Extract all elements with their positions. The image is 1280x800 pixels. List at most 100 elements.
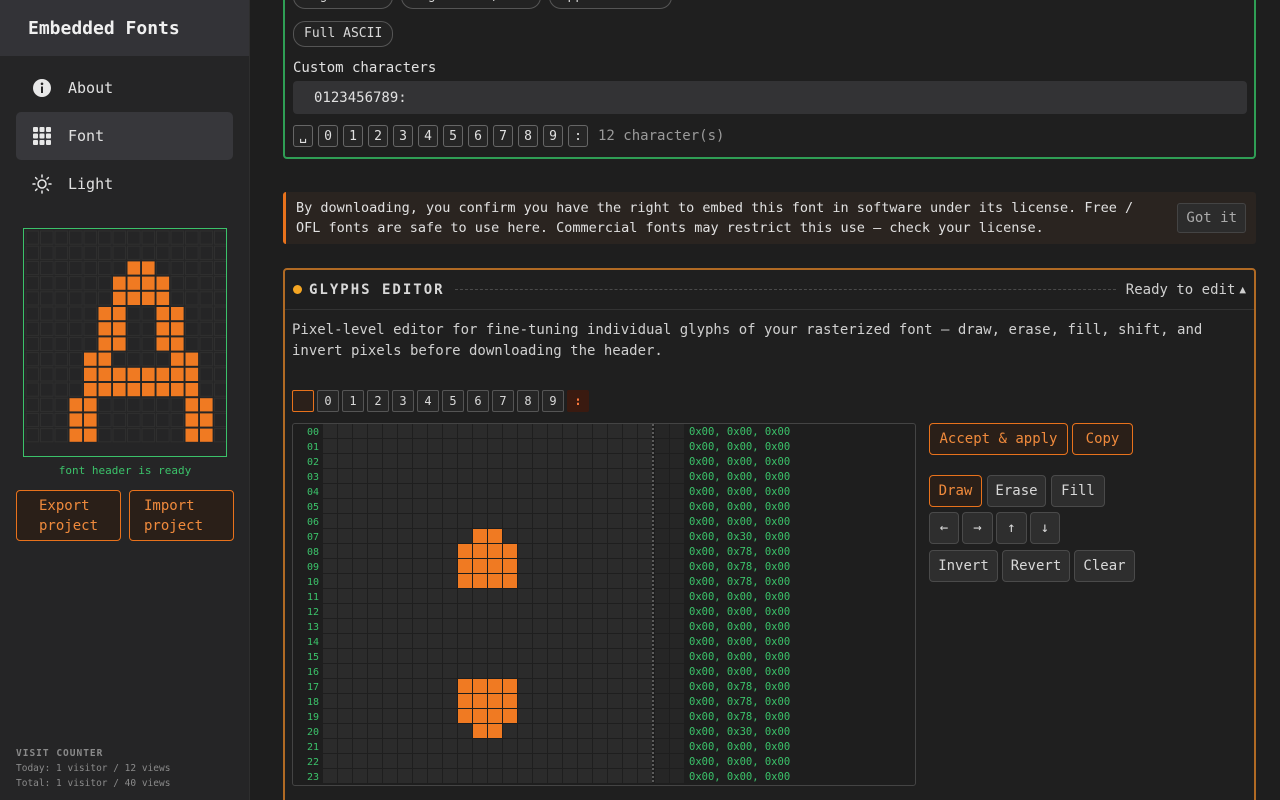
grid-pixel[interactable] [353, 589, 367, 603]
grid-pixel-on[interactable] [473, 709, 487, 723]
grid-pixel[interactable] [518, 709, 532, 723]
grid-pixel[interactable] [398, 769, 412, 783]
grid-pixel[interactable] [533, 604, 547, 618]
grid-pixel[interactable] [473, 454, 487, 468]
grid-pixel[interactable] [473, 664, 487, 678]
grid-pixel[interactable] [488, 664, 502, 678]
grid-pixel[interactable] [428, 514, 442, 528]
grid-pixel[interactable] [638, 544, 652, 558]
grid-pixel[interactable] [593, 634, 607, 648]
grid-pixel[interactable] [548, 469, 562, 483]
grid-pixel[interactable] [413, 724, 427, 738]
grid-pixel[interactable] [548, 574, 562, 588]
grid-pixel[interactable] [488, 604, 502, 618]
grid-pixel-on[interactable] [488, 574, 502, 588]
grid-pixel[interactable] [593, 709, 607, 723]
grid-pixel[interactable] [398, 604, 412, 618]
grid-pixel[interactable] [578, 544, 592, 558]
grid-pixel-on[interactable] [473, 529, 487, 543]
grid-pixel[interactable] [353, 694, 367, 708]
grid-pixel[interactable] [638, 499, 652, 513]
grid-pixel-on[interactable] [488, 679, 502, 693]
grid-pixel[interactable] [368, 469, 382, 483]
grid-pixel[interactable] [353, 754, 367, 768]
grid-pixel[interactable] [533, 649, 547, 663]
grid-pixel[interactable] [638, 634, 652, 648]
glyph-tab[interactable]: 7 [492, 390, 514, 412]
grid-pixel[interactable] [368, 454, 382, 468]
glyph-tab[interactable]: 1 [342, 390, 364, 412]
grid-pixel[interactable] [398, 679, 412, 693]
grid-pixel[interactable] [638, 739, 652, 753]
grid-pixel[interactable] [548, 454, 562, 468]
grid-pixel[interactable] [548, 754, 562, 768]
grid-pixel[interactable] [518, 484, 532, 498]
grid-pixel[interactable] [488, 739, 502, 753]
grid-pixel[interactable] [608, 424, 622, 438]
grid-pixel[interactable] [518, 454, 532, 468]
grid-pixel[interactable] [458, 739, 472, 753]
revert-button[interactable]: Revert [1002, 550, 1070, 582]
grid-pixel[interactable] [428, 439, 442, 453]
grid-pixel[interactable] [368, 604, 382, 618]
grid-pixel[interactable] [638, 604, 652, 618]
grid-pixel[interactable] [458, 649, 472, 663]
grid-pixel[interactable] [503, 769, 517, 783]
grid-pixel[interactable] [548, 559, 562, 573]
glyph-tab[interactable] [292, 390, 314, 412]
grid-pixel[interactable] [623, 634, 637, 648]
grid-pixel[interactable] [638, 514, 652, 528]
grid-pixel[interactable] [338, 544, 352, 558]
grid-pixel[interactable] [443, 664, 457, 678]
grid-pixel-on[interactable] [503, 544, 517, 558]
grid-pixel[interactable] [368, 559, 382, 573]
grid-pixel[interactable] [458, 499, 472, 513]
grid-pixel[interactable] [563, 589, 577, 603]
grid-pixel[interactable] [428, 604, 442, 618]
grid-pixel[interactable] [548, 769, 562, 783]
grid-pixel[interactable] [428, 739, 442, 753]
grid-pixel[interactable] [533, 679, 547, 693]
grid-pixel[interactable] [578, 484, 592, 498]
grid-pixel[interactable] [593, 514, 607, 528]
preset-chip[interactable]: Uppercase A-Z [548, 0, 673, 9]
grid-pixel[interactable] [398, 424, 412, 438]
grid-pixel[interactable] [638, 709, 652, 723]
grid-pixel[interactable] [578, 664, 592, 678]
grid-pixel[interactable] [398, 619, 412, 633]
grid-pixel[interactable] [353, 574, 367, 588]
grid-pixel[interactable] [638, 694, 652, 708]
grid-pixel[interactable] [323, 679, 337, 693]
glyph-tab[interactable]: : [567, 390, 589, 412]
grid-pixel-on[interactable] [488, 529, 502, 543]
grid-pixel[interactable] [338, 454, 352, 468]
grid-pixel[interactable] [488, 499, 502, 513]
grid-pixel[interactable] [638, 529, 652, 543]
grid-pixel[interactable] [518, 544, 532, 558]
grid-pixel[interactable] [548, 529, 562, 543]
grid-pixel[interactable] [398, 574, 412, 588]
grid-pixel[interactable] [608, 739, 622, 753]
grid-pixel[interactable] [338, 559, 352, 573]
grid-pixel[interactable] [458, 604, 472, 618]
grid-pixel[interactable] [623, 604, 637, 618]
grid-pixel[interactable] [398, 499, 412, 513]
grid-pixel[interactable] [638, 664, 652, 678]
grid-pixel[interactable] [338, 484, 352, 498]
grid-pixel[interactable] [443, 679, 457, 693]
grid-pixel[interactable] [443, 439, 457, 453]
grid-pixel[interactable] [368, 439, 382, 453]
grid-pixel[interactable] [323, 664, 337, 678]
grid-pixel-on[interactable] [503, 679, 517, 693]
grid-pixel[interactable] [638, 619, 652, 633]
grid-pixel[interactable] [623, 484, 637, 498]
grid-pixel[interactable] [533, 709, 547, 723]
grid-pixel[interactable] [443, 514, 457, 528]
grid-pixel[interactable] [533, 664, 547, 678]
grid-pixel[interactable] [503, 619, 517, 633]
grid-pixel[interactable] [548, 709, 562, 723]
grid-pixel[interactable] [593, 574, 607, 588]
grid-pixel[interactable] [428, 769, 442, 783]
grid-pixel[interactable] [608, 469, 622, 483]
grid-pixel[interactable] [458, 424, 472, 438]
